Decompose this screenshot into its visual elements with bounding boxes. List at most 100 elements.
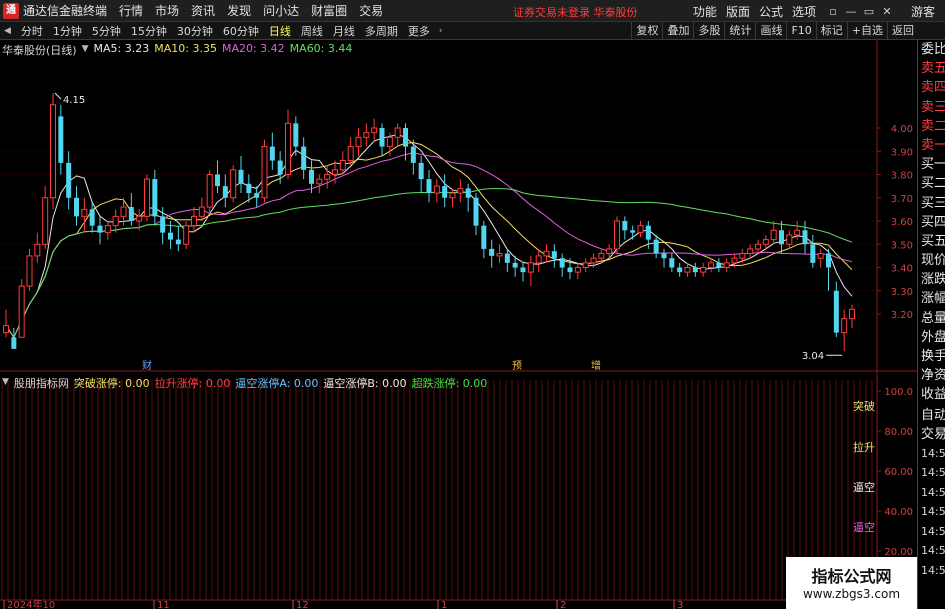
prev-arrow-icon[interactable]: ◀ bbox=[0, 26, 16, 36]
candle-body-down bbox=[309, 169, 314, 184]
candle-body-up bbox=[285, 122, 291, 175]
candle-body-up bbox=[770, 229, 777, 241]
candle-body-up bbox=[527, 262, 534, 273]
quote-label: 买五 bbox=[921, 233, 945, 249]
adjust-button[interactable]: 复权 bbox=[631, 22, 662, 40]
period-30min[interactable]: 30分钟 bbox=[172, 23, 218, 39]
candle-body-up bbox=[786, 234, 793, 245]
menu-news[interactable]: 资讯 bbox=[191, 2, 227, 19]
statistics-button[interactable]: 统计 bbox=[724, 22, 755, 40]
overlay-button[interactable]: 叠加 bbox=[662, 22, 693, 40]
candle-body-up bbox=[18, 285, 25, 338]
candle-body-up bbox=[371, 127, 378, 134]
period-15min[interactable]: 15分钟 bbox=[126, 23, 172, 39]
period-60min[interactable]: 60分钟 bbox=[218, 23, 264, 39]
trade-time: 14:56 bbox=[921, 544, 945, 558]
period-5min[interactable]: 5分钟 bbox=[87, 23, 126, 39]
candle-body-up bbox=[339, 160, 346, 171]
ma60-value: MA60: 3.44 bbox=[289, 42, 353, 55]
candle-body-down bbox=[810, 244, 816, 263]
date-label: 2024年10 bbox=[7, 598, 55, 609]
app-logo-icon: 通 bbox=[3, 2, 19, 19]
candle-body-up bbox=[708, 262, 714, 269]
maximize-icon[interactable]: ▭ bbox=[861, 5, 877, 18]
candle-body-up bbox=[104, 225, 111, 234]
candle-body-down bbox=[520, 267, 526, 273]
period-weekly[interactable]: 周线 bbox=[296, 23, 328, 39]
candle-body-up bbox=[324, 174, 331, 180]
add-watchlist-button[interactable]: +自选 bbox=[846, 22, 887, 40]
indicator-toggle-icon[interactable]: ▼ bbox=[2, 375, 9, 391]
period-more[interactable]: 更多 bbox=[403, 23, 435, 39]
menu-ask-xiaoda[interactable]: 问小达 bbox=[263, 2, 311, 19]
quote-label: 卖五 bbox=[921, 61, 945, 77]
indicator-name[interactable]: 股朋指标网 bbox=[14, 375, 69, 391]
date-label: 12 bbox=[296, 600, 309, 609]
indicator-squeeze-b: 逼空涨停B: 0.00 bbox=[323, 377, 407, 390]
menu-formula[interactable]: 公式 bbox=[759, 3, 783, 20]
candle-body-up bbox=[332, 169, 338, 176]
price-axis-label: 3.80 bbox=[891, 171, 913, 182]
candle-body-up bbox=[606, 248, 613, 255]
candle-body-up bbox=[183, 225, 190, 245]
period-daily[interactable]: 日线 bbox=[264, 23, 296, 39]
candle-body-down bbox=[426, 179, 432, 194]
ma5-value: MA5: 3.23 bbox=[93, 42, 150, 55]
minimize-icon[interactable]: — bbox=[843, 5, 859, 18]
restore-small-icon[interactable]: ▫ bbox=[825, 5, 841, 18]
kline-chart[interactable]: 4.00 3.90 3.80 3.70 3.60 3.50 3.40 3.30 3.20 100.… bbox=[0, 40, 917, 609]
candle-body-up bbox=[34, 243, 41, 257]
stock-name[interactable]: 华泰股份(日线) bbox=[2, 42, 77, 58]
event-marker: 财 bbox=[142, 359, 152, 372]
guest-account[interactable]: 游客 bbox=[911, 3, 935, 20]
candle-body-down bbox=[489, 248, 495, 256]
menu-options[interactable]: 选项 bbox=[792, 3, 816, 20]
candle-body-down bbox=[692, 267, 698, 273]
quote-label: 买三 bbox=[921, 195, 945, 211]
candle-body-up bbox=[191, 215, 197, 227]
candle-body-down bbox=[551, 251, 557, 259]
price-axis-label: 3.50 bbox=[891, 240, 913, 251]
close-icon[interactable]: ✕ bbox=[879, 5, 895, 18]
candle-body-down bbox=[833, 290, 839, 333]
candle-body-down bbox=[622, 221, 628, 231]
candle-body-up bbox=[136, 215, 143, 222]
indicator-axis-label: 60.00 bbox=[884, 467, 913, 478]
mark-button[interactable]: 标记 bbox=[815, 22, 847, 40]
candle-body-down bbox=[269, 146, 275, 161]
date-label: 3 bbox=[677, 600, 683, 609]
back-button[interactable]: 返回 bbox=[887, 22, 918, 40]
period-1min[interactable]: 1分钟 bbox=[48, 23, 87, 39]
quote-label: 买一 bbox=[921, 157, 945, 173]
watermark-url: www.zbgs3.com bbox=[802, 587, 901, 601]
period-intraday[interactable]: 分时 bbox=[16, 23, 48, 39]
ma-toggle-icon[interactable]: ▼ bbox=[82, 42, 89, 58]
trade-time: 14:56 bbox=[921, 505, 945, 519]
candle-body-down bbox=[442, 186, 448, 198]
multi-stock-button[interactable]: 多股 bbox=[693, 22, 724, 40]
candle-body-down bbox=[661, 253, 667, 259]
menu-quotes[interactable]: 行情 bbox=[119, 2, 155, 19]
period-monthly[interactable]: 月线 bbox=[328, 23, 360, 39]
candle-body-down bbox=[175, 239, 181, 245]
candle-body-up bbox=[120, 206, 127, 217]
menu-function[interactable]: 功能 bbox=[693, 3, 717, 20]
menu-market[interactable]: 市场 bbox=[155, 2, 191, 19]
quote-label: 买四 bbox=[921, 214, 945, 230]
candle-body-down bbox=[246, 183, 252, 194]
candle-body-up bbox=[3, 325, 9, 334]
period-multi[interactable]: 多周期 bbox=[360, 23, 403, 39]
more-chevron-icon[interactable]: › bbox=[435, 26, 448, 36]
auto-label[interactable]: 自动 bbox=[918, 406, 945, 425]
menu-layout[interactable]: 版面 bbox=[726, 3, 750, 20]
menu-wealth-circle[interactable]: 财富圈 bbox=[311, 2, 359, 19]
stock-header: 华泰股份(日线) ▼ MA5: 3.23 MA10: 3.35 MA20: 3.… bbox=[2, 42, 352, 58]
broker-login-status[interactable]: 证券交易未登录 华泰股份 bbox=[513, 4, 638, 20]
trade-label[interactable]: 交易 bbox=[918, 425, 945, 444]
menu-discover[interactable]: 发现 bbox=[227, 2, 263, 19]
draw-line-button[interactable]: 画线 bbox=[755, 22, 786, 40]
candle-body-up bbox=[347, 146, 354, 162]
candle-body-down bbox=[418, 162, 424, 180]
f10-button[interactable]: F10 bbox=[786, 22, 815, 40]
menu-trade[interactable]: 交易 bbox=[359, 2, 395, 19]
